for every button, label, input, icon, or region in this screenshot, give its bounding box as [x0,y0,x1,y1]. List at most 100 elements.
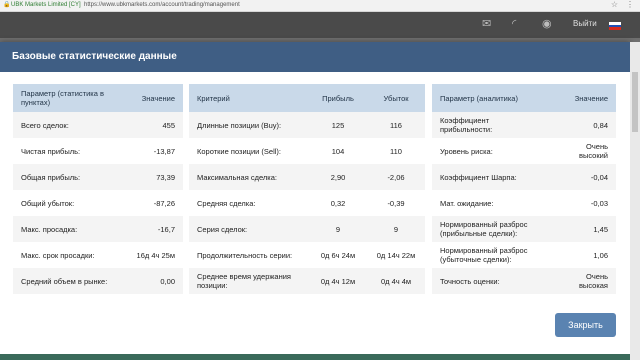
row-label: Нормированный разброс (убыточные сделки)… [440,246,528,264]
row-value: 73,39 [156,172,175,182]
table-row: Коэффициент Шарпа: -0,04 [432,164,616,190]
row-label: Макс. срок просадки: [21,250,95,260]
table-row: Серия сделок: 9 9 [189,216,425,242]
header-loss: Убыток [383,93,409,103]
page-scrollbar[interactable] [630,42,640,360]
row-loss: 116 [390,120,402,130]
row-label: Максимальная сделка: [197,172,278,182]
header-parameter: Параметр (аналитика) [440,93,518,103]
row-label: Коэффициент Шарпа: [440,172,517,182]
row-label: Мат. ожидание: [440,198,494,208]
row-label: Коэффициент прибыльности: [440,116,493,134]
header-value: Значение [574,93,608,103]
row-value: Очень высокий [578,142,608,160]
row-value: 16д 4ч 25м [136,250,175,260]
row-label: Общий убыток: [21,198,75,208]
header-criterion: Критерий [197,93,230,103]
table-row: Короткие позиции (Sell): 104 110 [189,138,425,164]
row-label: Всего сделок: [21,120,69,130]
row-profit: 0,32 [330,198,346,208]
row-label: Короткие позиции (Sell): [197,146,281,156]
row-value: 0,84 [593,120,608,130]
row-loss: 0д 14ч 22м [376,250,416,260]
row-profit: 0д 4ч 12м [320,276,356,286]
site-badge: UBK Markets Limited [CY] [11,2,81,8]
row-label: Средняя сделка: [197,198,256,208]
star-icon[interactable]: ☆ [611,0,618,10]
row-label: Уровень риска: [440,146,493,156]
header-profit: Прибыль [322,93,354,103]
row-label: Чистая прибыль: [21,146,81,156]
row-label: Серия сделок: [197,224,248,234]
row-loss: 9 [393,224,399,234]
basic-stats-panel: Параметр (статистика в пунктах) Значение… [13,84,183,340]
table-row: Чистая прибыль: -13,87 [13,138,183,164]
row-profit: 2,90 [330,172,346,182]
envelope-icon[interactable]: ✉ [482,16,491,32]
table-row: Нормированный разброс (прибыльные сделки… [432,216,616,242]
close-button[interactable]: Закрыть [555,313,616,337]
flag-stripe-red [609,27,621,30]
row-profit: 104 [331,146,345,156]
signal-icon[interactable]: ◜ [512,16,516,32]
table-row: Максимальная сделка: 2,90 -2,06 [189,164,425,190]
analytics-panel: Параметр (аналитика) Значение Коэффициен… [432,84,616,340]
app-topbar: ✉ ◜ ◉ Выйти [0,12,640,38]
row-value: 0,00 [160,276,175,286]
row-label: Макс. просадка: [21,224,78,234]
row-label: Длинные позиции (Buy): [197,120,282,130]
table-header: Критерий Прибыль Убыток [189,84,425,112]
table-row: Длинные позиции (Buy): 125 116 [189,112,425,138]
background-strip [0,354,630,360]
lock-icon: 🔒 [3,2,11,8]
logout-link[interactable]: Выйти [573,18,597,30]
row-label: Нормированный разброс (прибыльные сделки… [440,220,528,238]
russian-flag-icon[interactable] [609,22,621,30]
header-value: Значение [141,93,175,103]
row-value: -0,03 [590,198,608,208]
menu-icon[interactable]: ⋮ [626,0,634,10]
modal-title: Базовые статистические данные [0,42,630,72]
criteria-panel: Критерий Прибыль Убыток Длинные позиции … [189,84,425,340]
row-label: Средний объем в рынке: [21,276,108,286]
row-value: -16,7 [157,224,175,234]
table-row: Коэффициент прибыльности: 0,84 [432,112,616,138]
table-row: Общая прибыль: 73,39 [13,164,183,190]
rss-icon[interactable]: ◉ [542,16,552,32]
table-row: Средняя сделка: 0,32 -0,39 [189,190,425,216]
table-row: Уровень риска: Очень высокий [432,138,616,164]
row-value: Очень высокая [578,272,608,290]
row-value: -0,04 [590,172,608,182]
table-header: Параметр (статистика в пунктах) Значение [13,84,183,112]
row-loss: 110 [390,146,402,156]
row-value: -13,87 [153,146,175,156]
row-profit: 125 [331,120,345,130]
table-row: Общий убыток: -87,26 [13,190,183,216]
url-text[interactable]: https://www.ubkmarkets.com/account/tradi… [84,1,240,10]
row-label: Среднее время удержания позиции: [197,272,291,290]
row-value: 1,06 [593,250,608,260]
table-row: Среднее время удержания позиции: 0д 4ч 1… [189,268,425,294]
table-row: Средний объем в рынке: 0,00 [13,268,183,294]
row-profit: 9 [335,224,341,234]
table-header: Параметр (аналитика) Значение [432,84,616,112]
table-row: Продолжительность серии: 0д 6ч 24м 0д 14… [189,242,425,268]
browser-address-bar[interactable]: 🔒 UBK Markets Limited [CY] https://www.u… [0,0,640,12]
row-label: Общая прибыль: [21,172,81,182]
table-row: Всего сделок: 455 [13,112,183,138]
table-row: Мат. ожидание: -0,03 [432,190,616,216]
table-row: Макс. срок просадки: 16д 4ч 25м [13,242,183,268]
row-value: -87,26 [153,198,175,208]
row-value: 455 [162,120,175,130]
row-profit: 0д 6ч 24м [320,250,356,260]
scrollbar-thumb[interactable] [632,72,638,132]
row-label: Продолжительность серии: [197,250,293,260]
row-loss: -2,06 [387,172,405,182]
table-row: Макс. просадка: -16,7 [13,216,183,242]
row-value: 1,45 [593,224,608,234]
row-label: Точность оценки: [440,276,500,286]
row-loss: 0д 4ч 4м [380,276,412,286]
table-row: Нормированный разброс (убыточные сделки)… [432,242,616,268]
table-row: Точность оценки: Очень высокая [432,268,616,294]
statistics-modal: Базовые статистические данные Параметр (… [0,42,630,360]
